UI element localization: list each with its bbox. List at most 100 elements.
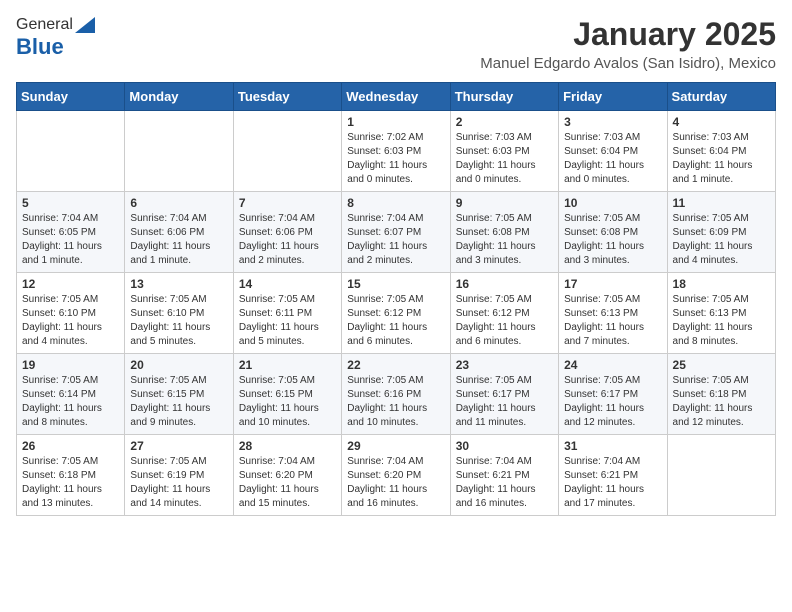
calendar-table: SundayMondayTuesdayWednesdayThursdayFrid… — [16, 82, 776, 516]
calendar-cell: 28 Sunrise: 7:04 AM Sunset: 6:20 PM Dayli… — [233, 435, 341, 516]
calendar-cell: 2 Sunrise: 7:03 AM Sunset: 6:03 PM Daylig… — [450, 111, 558, 192]
calendar-cell: 4 Sunrise: 7:03 AM Sunset: 6:04 PM Daylig… — [667, 111, 775, 192]
day-info: Sunrise: 7:04 AM Sunset: 6:06 PM Dayligh… — [239, 212, 336, 268]
calendar-cell: 13 Sunrise: 7:05 AM Sunset: 6:10 PM Dayli… — [125, 273, 233, 354]
weekday-header: Friday — [559, 83, 667, 111]
day-number: 13 — [130, 277, 227, 291]
day-number: 16 — [456, 277, 553, 291]
day-number: 24 — [564, 358, 661, 372]
day-number: 5 — [22, 196, 119, 210]
day-info: Sunrise: 7:04 AM Sunset: 6:21 PM Dayligh… — [456, 455, 553, 511]
day-number: 27 — [130, 439, 227, 453]
day-info: Sunrise: 7:05 AM Sunset: 6:10 PM Dayligh… — [22, 293, 119, 349]
day-number: 7 — [239, 196, 336, 210]
day-info: Sunrise: 7:03 AM Sunset: 6:04 PM Dayligh… — [673, 131, 770, 187]
day-number: 31 — [564, 439, 661, 453]
day-number: 1 — [347, 115, 444, 129]
title-area: January 2025 Manuel Edgardo Avalos (San … — [480, 16, 776, 72]
day-number: 8 — [347, 196, 444, 210]
calendar-cell: 1 Sunrise: 7:02 AM Sunset: 6:03 PM Daylig… — [342, 111, 450, 192]
day-number: 30 — [456, 439, 553, 453]
day-number: 29 — [347, 439, 444, 453]
day-number: 17 — [564, 277, 661, 291]
day-info: Sunrise: 7:05 AM Sunset: 6:17 PM Dayligh… — [456, 374, 553, 430]
day-info: Sunrise: 7:04 AM Sunset: 6:20 PM Dayligh… — [239, 455, 336, 511]
day-number: 12 — [22, 277, 119, 291]
day-number: 10 — [564, 196, 661, 210]
calendar-cell: 25Sunrise: 7:05 AM Sunset: 6:18 PM Dayli… — [667, 354, 775, 435]
weekday-header: Thursday — [450, 83, 558, 111]
day-info: Sunrise: 7:04 AM Sunset: 6:20 PM Dayligh… — [347, 455, 444, 511]
weekday-header: Wednesday — [342, 83, 450, 111]
day-info: Sunrise: 7:03 AM Sunset: 6:03 PM Dayligh… — [456, 131, 553, 187]
day-info: Sunrise: 7:05 AM Sunset: 6:08 PM Dayligh… — [564, 212, 661, 268]
calendar-week-row: 19Sunrise: 7:05 AM Sunset: 6:14 PM Dayli… — [17, 354, 776, 435]
day-number: 21 — [239, 358, 336, 372]
day-info: Sunrise: 7:05 AM Sunset: 6:13 PM Dayligh… — [673, 293, 770, 349]
day-number: 28 — [239, 439, 336, 453]
day-info: Sunrise: 7:05 AM Sunset: 6:18 PM Dayligh… — [22, 455, 119, 511]
day-number: 25 — [673, 358, 770, 372]
calendar-cell — [17, 111, 125, 192]
day-info: Sunrise: 7:04 AM Sunset: 6:21 PM Dayligh… — [564, 455, 661, 511]
calendar-cell: 30 Sunrise: 7:04 AM Sunset: 6:21 PM Dayli… — [450, 435, 558, 516]
day-info: Sunrise: 7:05 AM Sunset: 6:16 PM Dayligh… — [347, 374, 444, 430]
day-info: Sunrise: 7:04 AM Sunset: 6:05 PM Dayligh… — [22, 212, 119, 268]
day-info: Sunrise: 7:05 AM Sunset: 6:10 PM Dayligh… — [130, 293, 227, 349]
day-info: Sunrise: 7:05 AM Sunset: 6:13 PM Dayligh… — [564, 293, 661, 349]
day-number: 11 — [673, 196, 770, 210]
calendar-cell: 23Sunrise: 7:05 AM Sunset: 6:17 PM Dayli… — [450, 354, 558, 435]
day-number: 6 — [130, 196, 227, 210]
calendar-cell: 21 Sunrise: 7:05 AM Sunset: 6:15 PM Dayli… — [233, 354, 341, 435]
day-info: Sunrise: 7:02 AM Sunset: 6:03 PM Dayligh… — [347, 131, 444, 187]
calendar-cell: 14 Sunrise: 7:05 AM Sunset: 6:11 PM Dayli… — [233, 273, 341, 354]
day-number: 14 — [239, 277, 336, 291]
calendar-week-row: 12 Sunrise: 7:05 AM Sunset: 6:10 PM Dayli… — [17, 273, 776, 354]
day-number: 3 — [564, 115, 661, 129]
logo-general-text: General — [16, 16, 73, 34]
calendar-week-row: 1 Sunrise: 7:02 AM Sunset: 6:03 PM Daylig… — [17, 111, 776, 192]
day-info: Sunrise: 7:05 AM Sunset: 6:09 PM Dayligh… — [673, 212, 770, 268]
day-number: 4 — [673, 115, 770, 129]
calendar-cell: 5 Sunrise: 7:04 AM Sunset: 6:05 PM Daylig… — [17, 192, 125, 273]
day-info: Sunrise: 7:04 AM Sunset: 6:07 PM Dayligh… — [347, 212, 444, 268]
day-info: Sunrise: 7:05 AM Sunset: 6:19 PM Dayligh… — [130, 455, 227, 511]
logo-blue-text: Blue — [16, 34, 64, 59]
logo: General Blue — [16, 16, 95, 60]
calendar-cell: 11 Sunrise: 7:05 AM Sunset: 6:09 PM Dayli… — [667, 192, 775, 273]
logo-icon — [75, 17, 95, 33]
day-info: Sunrise: 7:03 AM Sunset: 6:04 PM Dayligh… — [564, 131, 661, 187]
calendar-cell: 19Sunrise: 7:05 AM Sunset: 6:14 PM Dayli… — [17, 354, 125, 435]
calendar-cell: 20 Sunrise: 7:05 AM Sunset: 6:15 PM Dayli… — [125, 354, 233, 435]
day-info: Sunrise: 7:05 AM Sunset: 6:11 PM Dayligh… — [239, 293, 336, 349]
day-number: 18 — [673, 277, 770, 291]
calendar-cell: 6 Sunrise: 7:04 AM Sunset: 6:06 PM Daylig… — [125, 192, 233, 273]
calendar-cell: 31 Sunrise: 7:04 AM Sunset: 6:21 PM Dayli… — [559, 435, 667, 516]
day-number: 15 — [347, 277, 444, 291]
calendar-title: January 2025 — [480, 16, 776, 53]
day-number: 26 — [22, 439, 119, 453]
day-info: Sunrise: 7:05 AM Sunset: 6:15 PM Dayligh… — [239, 374, 336, 430]
day-info: Sunrise: 7:05 AM Sunset: 6:15 PM Dayligh… — [130, 374, 227, 430]
calendar-cell — [125, 111, 233, 192]
calendar-cell: 29 Sunrise: 7:04 AM Sunset: 6:20 PM Dayli… — [342, 435, 450, 516]
day-number: 22 — [347, 358, 444, 372]
calendar-cell: 24Sunrise: 7:05 AM Sunset: 6:17 PM Dayli… — [559, 354, 667, 435]
day-info: Sunrise: 7:05 AM Sunset: 6:12 PM Dayligh… — [347, 293, 444, 349]
calendar-header-row: SundayMondayTuesdayWednesdayThursdayFrid… — [17, 83, 776, 111]
day-number: 20 — [130, 358, 227, 372]
page-header: General Blue January 2025 Manuel Edgardo… — [16, 16, 776, 72]
calendar-week-row: 5 Sunrise: 7:04 AM Sunset: 6:05 PM Daylig… — [17, 192, 776, 273]
day-number: 2 — [456, 115, 553, 129]
calendar-cell: 8 Sunrise: 7:04 AM Sunset: 6:07 PM Daylig… — [342, 192, 450, 273]
day-info: Sunrise: 7:04 AM Sunset: 6:06 PM Dayligh… — [130, 212, 227, 268]
calendar-cell: 22 Sunrise: 7:05 AM Sunset: 6:16 PM Dayli… — [342, 354, 450, 435]
calendar-cell: 3 Sunrise: 7:03 AM Sunset: 6:04 PM Daylig… — [559, 111, 667, 192]
calendar-cell — [667, 435, 775, 516]
weekday-header: Saturday — [667, 83, 775, 111]
day-info: Sunrise: 7:05 AM Sunset: 6:14 PM Dayligh… — [22, 374, 119, 430]
calendar-cell: 17 Sunrise: 7:05 AM Sunset: 6:13 PM Dayli… — [559, 273, 667, 354]
calendar-cell: 12 Sunrise: 7:05 AM Sunset: 6:10 PM Dayli… — [17, 273, 125, 354]
calendar-cell: 27 Sunrise: 7:05 AM Sunset: 6:19 PM Dayli… — [125, 435, 233, 516]
calendar-cell: 9Sunrise: 7:05 AM Sunset: 6:08 PM Daylig… — [450, 192, 558, 273]
